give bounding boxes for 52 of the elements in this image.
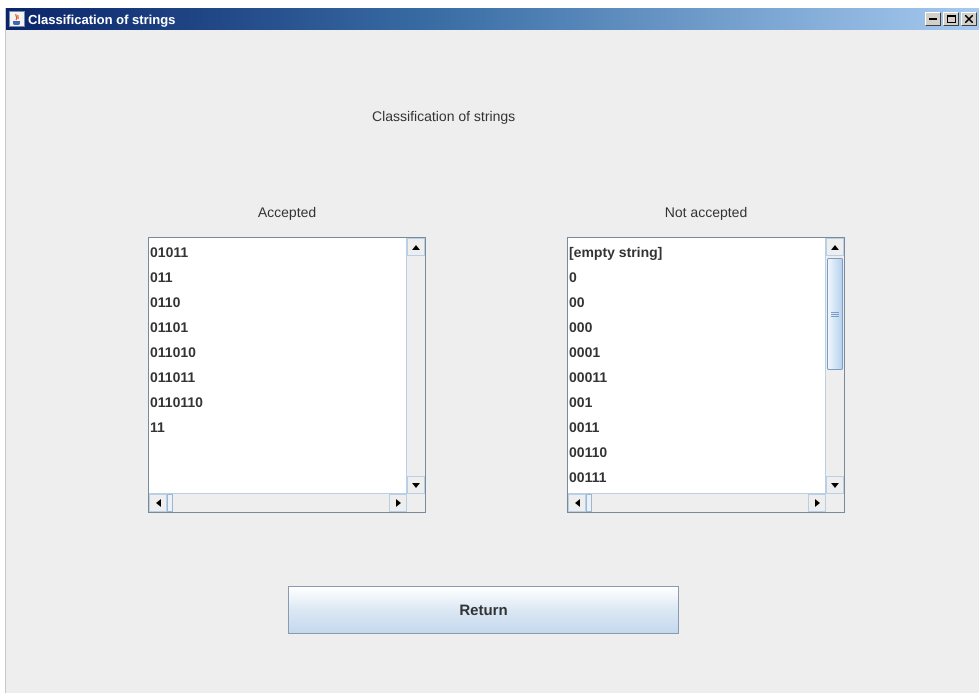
left-arrow-icon [156,499,160,507]
down-arrow-icon [412,482,420,488]
scroll-thumb[interactable] [827,258,843,370]
scroll-up-button[interactable] [826,238,844,256]
scroll-right-button[interactable] [808,494,826,512]
close-icon [965,15,973,23]
list-item[interactable]: 011010 [149,342,406,367]
scroll-left-button[interactable] [568,494,586,512]
right-arrow-icon [396,499,400,507]
list-item[interactable]: 011011 [149,367,406,392]
list-label: Accepted [258,204,316,222]
minimize-icon [929,18,937,20]
maximize-button[interactable] [943,12,959,26]
scroll-thumb[interactable] [586,494,592,512]
list-item[interactable]: 00011 [568,367,825,392]
left-arrow-icon [574,499,580,507]
list-item[interactable]: 00 [568,292,825,317]
list-item[interactable]: 00111 [568,467,825,492]
list-item[interactable]: [empty string] [568,242,825,267]
scroll-up-button[interactable] [407,238,425,256]
list-item[interactable]: 0 [568,267,825,292]
cup-icon [9,11,25,27]
list-item[interactable]: 001 [568,392,825,417]
scroll-down-button[interactable] [826,476,844,494]
list-item[interactable]: 000 [568,317,825,342]
scroll-down-button[interactable] [407,476,425,494]
down-arrow-icon [831,482,839,488]
up-arrow-icon [831,244,839,250]
grip-icon [831,312,839,316]
scroll-right-button[interactable] [389,494,407,512]
list-item[interactable]: 11 [149,417,406,442]
list-item[interactable]: 0110110 [149,392,406,417]
minimize-button[interactable] [925,12,941,26]
list-item[interactable]: 01011 [149,242,406,267]
list-box[interactable]: [empty string] 0 00 000 0001 00011 001 0011 00110 00111 [567,237,845,513]
list-box[interactable]: 01011 011 0110 01101 011010 011011 0110110 11 [148,237,426,513]
heading: Classification of strings [372,108,516,124]
list-item[interactable]: 0011 [568,417,825,442]
maximize-icon [946,15,956,23]
list-label: Not accepted [664,204,748,222]
scroll-left-button[interactable] [149,494,167,512]
list-item[interactable]: 0110 [149,292,406,317]
return-button[interactable]: Return [288,586,679,634]
scroll-thumb[interactable] [167,494,173,512]
list-item[interactable]: 011 [149,267,406,292]
list-item[interactable]: 0001 [568,342,825,367]
list-item[interactable]: 00110 [568,442,825,467]
window-title: Classification of strings [28,12,176,26]
close-button[interactable] [961,12,977,26]
list-item[interactable]: 01101 [149,317,406,342]
right-arrow-icon [814,499,820,507]
up-arrow-icon [412,244,420,250]
